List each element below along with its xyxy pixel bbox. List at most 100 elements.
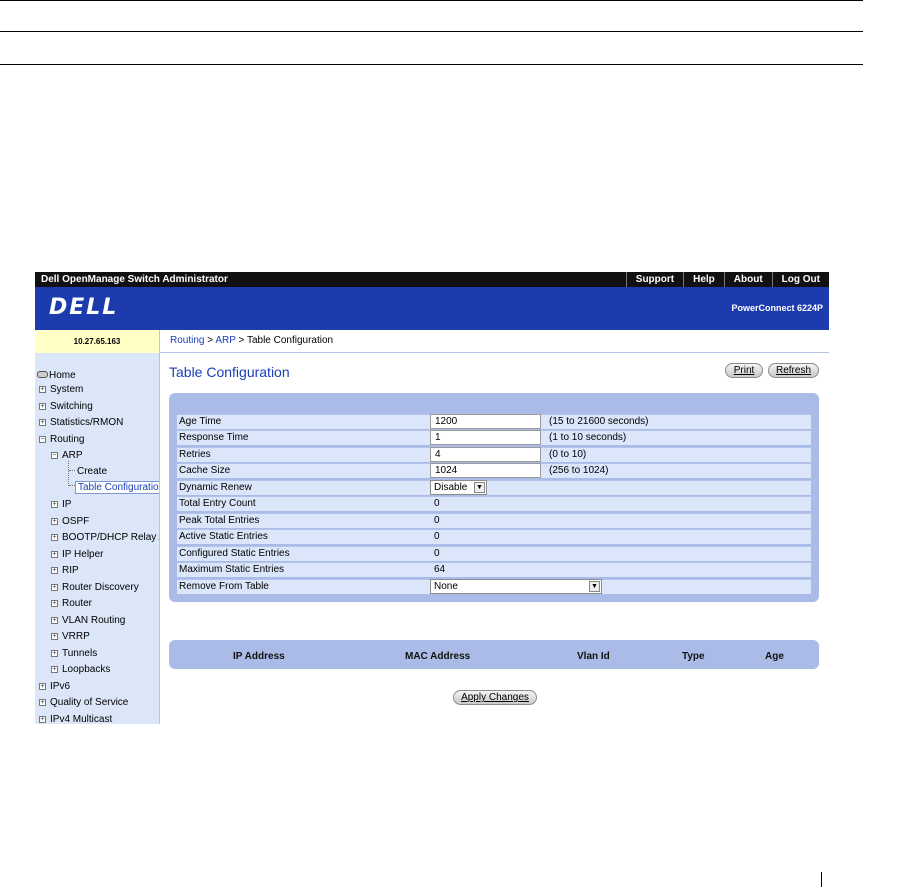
- expand-icon[interactable]: +: [39, 419, 46, 426]
- remove-from-table-select[interactable]: None ▼: [430, 579, 602, 594]
- column-header-age: Age: [765, 651, 784, 662]
- breadcrumb-separator: >: [238, 335, 245, 346]
- age-time-hint: (15 to 21600 seconds): [549, 416, 649, 427]
- total-entry-count-value: 0: [434, 498, 440, 509]
- expand-icon[interactable]: +: [39, 403, 46, 410]
- sidebar-item-router-discovery[interactable]: + Router Discovery: [51, 582, 139, 593]
- dynamic-renew-select[interactable]: Disable ▼: [430, 480, 487, 495]
- sidebar-item-ipv6[interactable]: + IPv6: [39, 681, 70, 692]
- footer-separator: [821, 872, 822, 887]
- support-link[interactable]: Support: [625, 272, 683, 287]
- sidebar-item-label: Home: [49, 370, 76, 381]
- row-dynamic-renew: Dynamic Renew Disable ▼: [177, 480, 811, 495]
- sidebar-item-ip-helper[interactable]: + IP Helper: [51, 549, 104, 560]
- chevron-down-icon[interactable]: ▼: [474, 482, 485, 493]
- expand-icon[interactable]: +: [51, 666, 58, 673]
- product-name: PowerConnect 6224P: [731, 303, 823, 313]
- sidebar-item-vlan-routing[interactable]: + VLAN Routing: [51, 615, 125, 626]
- sidebar-item-label: IPv6: [50, 681, 71, 692]
- row-active-static-entries: Active Static Entries 0: [177, 529, 811, 544]
- breadcrumb-routing[interactable]: Routing: [170, 335, 204, 346]
- expand-icon[interactable]: +: [51, 567, 58, 574]
- row-configured-static-entries: Configured Static Entries 0: [177, 546, 811, 561]
- refresh-button[interactable]: Refresh: [768, 363, 819, 378]
- expand-icon[interactable]: +: [39, 716, 46, 723]
- chevron-down-icon[interactable]: ▼: [589, 581, 600, 592]
- sidebar-item-label: Switching: [50, 401, 93, 412]
- expand-icon[interactable]: +: [51, 633, 58, 640]
- cache-size-label: Cache Size: [179, 465, 231, 476]
- ip-address: 10.27.65.163: [35, 330, 160, 353]
- peak-total-entries-value: 0: [434, 515, 440, 526]
- age-time-label: Age Time: [179, 416, 222, 427]
- sidebar-item-vrrp[interactable]: + VRRP: [51, 631, 90, 642]
- help-link[interactable]: Help: [683, 272, 724, 287]
- tree-line: [69, 470, 75, 471]
- peak-total-entries-label: Peak Total Entries: [179, 515, 260, 526]
- sidebar-item-routing[interactable]: − Routing: [39, 434, 84, 445]
- sidebar-item-ip[interactable]: + IP: [51, 499, 71, 510]
- sidebar-item-label: RIP: [62, 565, 79, 576]
- sidebar-item-create[interactable]: Create: [77, 466, 107, 477]
- sidebar-item-bootp[interactable]: + BOOTP/DHCP Relay A: [51, 532, 160, 543]
- sidebar-item-rip[interactable]: + RIP: [51, 565, 79, 576]
- remove-from-table-label: Remove From Table: [179, 581, 269, 592]
- print-button[interactable]: Print: [725, 363, 763, 378]
- expand-icon[interactable]: +: [39, 683, 46, 690]
- column-header-vlan-id: Vlan Id: [577, 651, 610, 662]
- sidebar-item-label: Loopbacks: [62, 664, 111, 675]
- expand-icon[interactable]: +: [39, 386, 46, 393]
- sidebar-item-system[interactable]: + System: [39, 384, 83, 395]
- arp-table-header: IP Address MAC Address Vlan Id Type Age: [169, 640, 819, 669]
- configured-static-entries-value: 0: [434, 548, 440, 559]
- collapse-icon[interactable]: −: [51, 452, 58, 459]
- sidebar-item-tunnels[interactable]: + Tunnels: [51, 648, 97, 659]
- retries-input[interactable]: [430, 447, 541, 462]
- cache-size-input[interactable]: [430, 463, 541, 478]
- screenshot-window: Dell OpenManage Switch Administrator Sup…: [35, 272, 829, 724]
- expand-icon[interactable]: +: [51, 584, 58, 591]
- sidebar-item-label: OSPF: [62, 516, 90, 527]
- sidebar-item-router[interactable]: + Router: [51, 598, 92, 609]
- sidebar-item-switching[interactable]: + Switching: [39, 401, 93, 412]
- sidebar-item-label: Router Discovery: [62, 582, 139, 593]
- dynamic-renew-value: Disable: [434, 482, 468, 493]
- about-link[interactable]: About: [723, 272, 772, 287]
- total-entry-count-label: Total Entry Count: [179, 498, 256, 509]
- sidebar-item-label: BOOTP/DHCP Relay A: [62, 532, 160, 543]
- expand-icon[interactable]: +: [51, 551, 58, 558]
- sidebar-nav: Home + System + Switching + Statistics/RMON…: [35, 353, 160, 724]
- breadcrumb-arp[interactable]: ARP: [215, 335, 235, 346]
- sidebar-item-ospf[interactable]: + OSPF: [51, 516, 89, 527]
- active-static-entries-value: 0: [434, 531, 440, 542]
- sidebar-item-home[interactable]: Home: [37, 370, 76, 381]
- sidebar-item-label: Routing: [50, 434, 85, 445]
- expand-icon[interactable]: +: [51, 534, 58, 541]
- age-time-input[interactable]: [430, 414, 541, 429]
- logout-link[interactable]: Log Out: [771, 272, 829, 287]
- sidebar-item-label: VLAN Routing: [62, 615, 126, 626]
- sidebar-item-loopbacks[interactable]: + Loopbacks: [51, 664, 110, 675]
- collapse-icon[interactable]: −: [39, 436, 46, 443]
- sidebar-item-table-configuration[interactable]: Table Configuration: [75, 481, 159, 494]
- header-bottom-rule: [0, 64, 863, 65]
- apply-changes-button[interactable]: Apply Changes: [453, 690, 537, 705]
- response-time-input[interactable]: [430, 430, 541, 445]
- sidebar-item-arp[interactable]: − ARP: [51, 450, 83, 461]
- expand-icon[interactable]: +: [39, 699, 46, 706]
- expand-icon[interactable]: +: [51, 600, 58, 607]
- expand-icon[interactable]: +: [51, 501, 58, 508]
- expand-icon[interactable]: +: [51, 518, 58, 525]
- sidebar-item-label: IP Helper: [62, 549, 104, 560]
- sidebar-item-label: IP: [62, 499, 72, 510]
- expand-icon[interactable]: +: [51, 650, 58, 657]
- column-header-ip-address: IP Address: [233, 651, 285, 662]
- breadcrumb-separator: >: [207, 335, 214, 346]
- row-response-time: Response Time (1 to 10 seconds): [177, 430, 811, 445]
- sidebar-item-ipv4-multicast[interactable]: + IPv4 Multicast: [39, 714, 112, 724]
- sidebar-item-label: IPv4 Multicast: [50, 714, 113, 724]
- sidebar-item-statistics[interactable]: + Statistics/RMON: [39, 417, 123, 428]
- expand-icon[interactable]: +: [51, 617, 58, 624]
- sidebar-item-label: Quality of Service: [50, 697, 129, 708]
- sidebar-item-qos[interactable]: + Quality of Service: [39, 697, 128, 708]
